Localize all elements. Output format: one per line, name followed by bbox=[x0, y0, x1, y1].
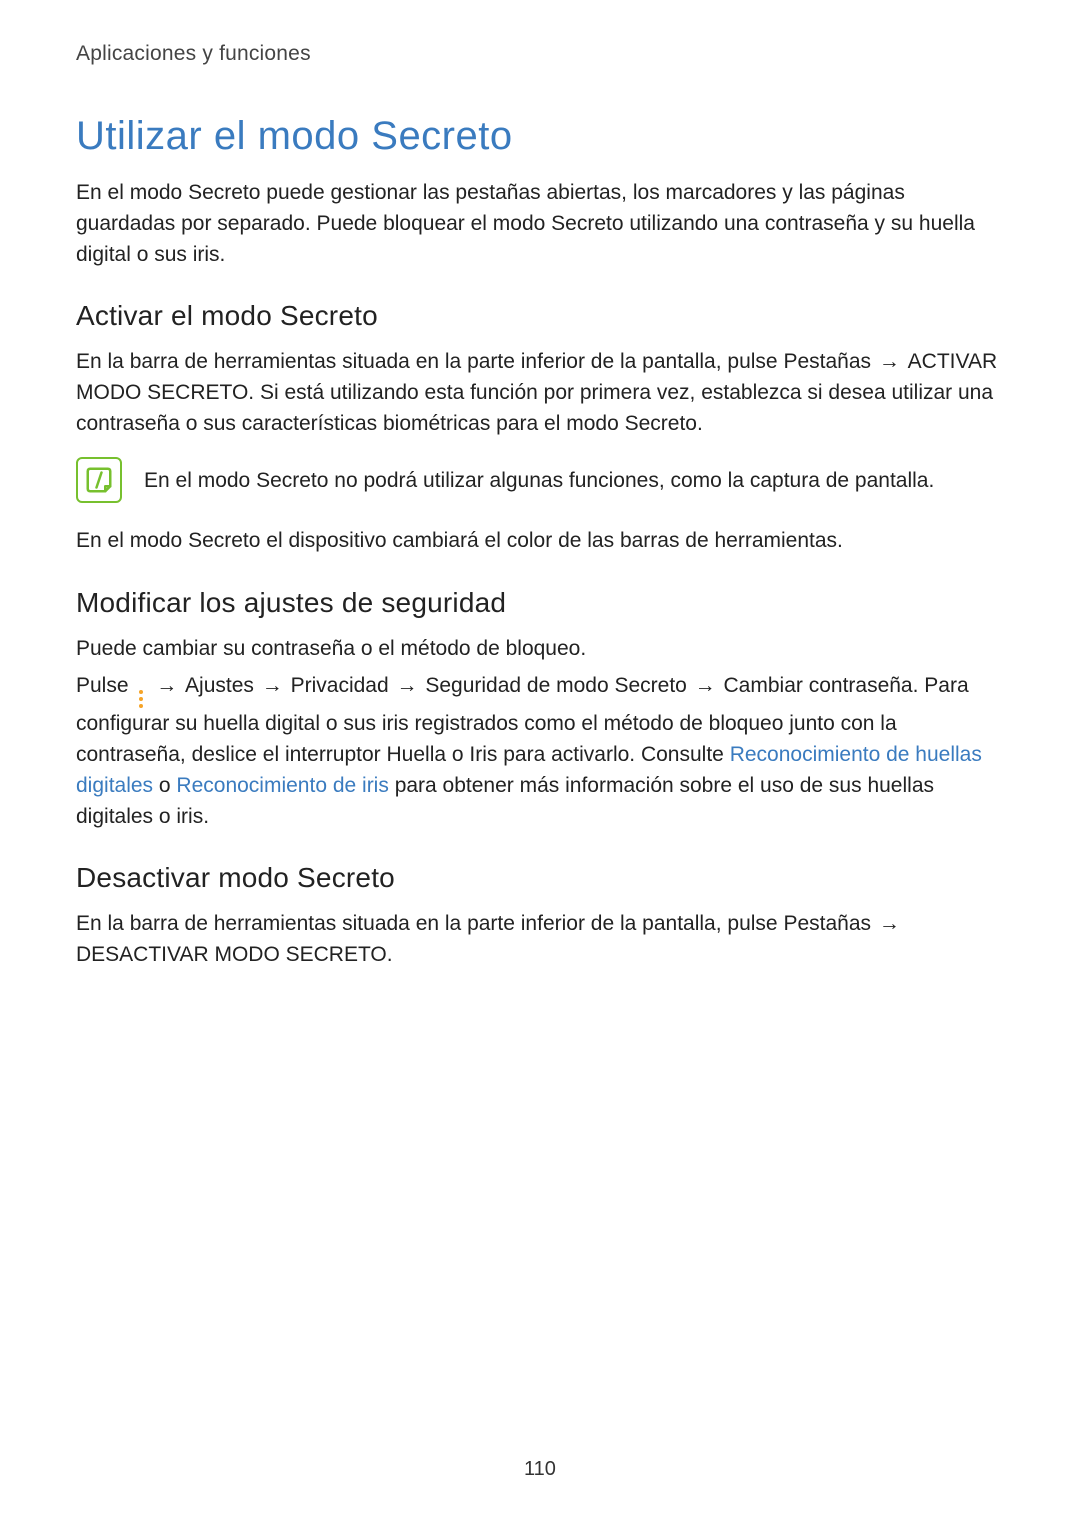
note-icon bbox=[76, 457, 122, 503]
breadcrumb: Aplicaciones y funciones bbox=[76, 42, 1004, 66]
activate-followup: En el modo Secreto el dispositivo cambia… bbox=[76, 525, 1004, 556]
text-fragment: . bbox=[387, 943, 393, 966]
text-fragment: En la barra de herramientas situada en l… bbox=[76, 350, 783, 373]
arrow-icon: → bbox=[871, 912, 902, 935]
arrow-icon: → bbox=[687, 674, 724, 697]
activate-instruction: En la barra de herramientas situada en l… bbox=[76, 346, 1004, 439]
arrow-icon: → bbox=[148, 674, 185, 697]
ui-label-secret-security: Seguridad de modo Secreto bbox=[425, 674, 687, 697]
note-callout: En el modo Secreto no podrá utilizar alg… bbox=[76, 457, 1004, 503]
section-heading-modify-security: Modificar los ajustes de seguridad bbox=[76, 587, 1004, 619]
document-page: Aplicaciones y funciones Utilizar el mod… bbox=[0, 0, 1080, 1527]
page-number: 110 bbox=[0, 1458, 1080, 1481]
deactivate-instruction: En la barra de herramientas situada en l… bbox=[76, 908, 1004, 970]
modify-intro: Puede cambiar su contraseña o el método … bbox=[76, 633, 1004, 664]
text-fragment: para activarlo. Consulte bbox=[497, 743, 729, 766]
ui-label-settings: Ajustes bbox=[185, 674, 254, 697]
intro-paragraph: En el modo Secreto puede gestionar las p… bbox=[76, 177, 1004, 270]
text-fragment: Pulse bbox=[76, 674, 134, 697]
ui-label-privacy: Privacidad bbox=[291, 674, 389, 697]
section-heading-deactivate: Desactivar modo Secreto bbox=[76, 862, 1004, 894]
text-fragment: o bbox=[153, 774, 176, 797]
ui-label-tabs: Pestañas bbox=[783, 350, 871, 373]
ui-label-tabs: Pestañas bbox=[783, 912, 871, 935]
link-iris-recognition[interactable]: Reconocimiento de iris bbox=[176, 774, 388, 797]
arrow-icon: → bbox=[871, 350, 908, 373]
text-fragment: En la barra de herramientas situada en l… bbox=[76, 912, 783, 935]
ui-label-change-password: Cambiar contraseña bbox=[724, 674, 913, 697]
more-options-icon bbox=[136, 690, 146, 708]
arrow-icon: → bbox=[389, 674, 426, 697]
modify-instruction: Pulse → Ajustes → Privacidad → Seguridad… bbox=[76, 670, 1004, 832]
note-text: En el modo Secreto no podrá utilizar alg… bbox=[144, 466, 934, 495]
arrow-icon: → bbox=[254, 674, 291, 697]
section-heading-activate: Activar el modo Secreto bbox=[76, 300, 1004, 332]
page-title: Utilizar el modo Secreto bbox=[76, 114, 1004, 159]
ui-label-deactivate-secret: DESACTIVAR MODO SECRETO bbox=[76, 943, 387, 966]
ui-label-fingerprint-iris: Huella o Iris bbox=[387, 743, 498, 766]
